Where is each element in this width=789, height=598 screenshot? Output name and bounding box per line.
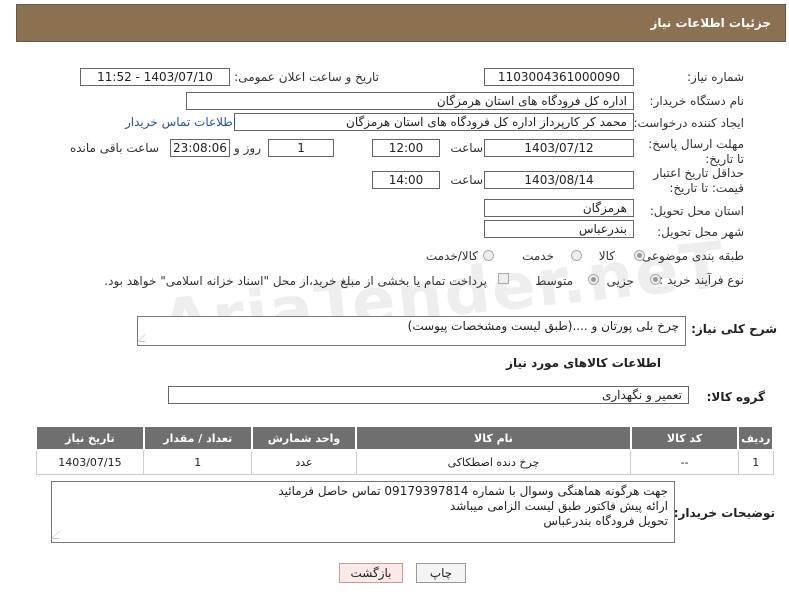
payment-note: پرداخت تمام یا بخشی از مبلغ خرید،از محل … [104,274,487,288]
category-radio-goods[interactable] [634,250,645,261]
buyer-notes-line: ارائه پیش فاکتور طبق لیست الزامی میباشد [449,499,668,513]
process-radio-medium[interactable] [588,274,599,285]
cell-quantity: 1 [143,449,253,475]
col-code: کد کالا [629,425,740,451]
deadline-time-field: 12:00 [372,139,440,157]
requester-label: ایجاد کننده درخواست: [633,116,744,130]
deadline-label: مهلت ارسال پاسخ: تا تاریخ: [648,137,744,166]
col-row: ردیف [737,425,774,451]
buyer-org-field: اداره کل فرودگاه های استان هرمزگان [186,92,634,110]
resize-handle-icon[interactable] [137,334,153,342]
cell-unit: عدد [251,449,357,475]
goods-group-field: تعمیر و نگهداری [168,386,689,404]
validity-time-field: 14:00 [372,171,440,189]
category-option-goods-service: کالا/خدمت [425,249,478,263]
category-radio-goods-service[interactable] [483,250,494,261]
buyer-notes-textarea[interactable]: جهت هرگونه هماهنگی وسوال با شماره 091793… [51,481,675,543]
remaining-time-field: 23:08:06 [170,139,230,157]
buyer-notes-line: تحویل فرودگاه بندرعباس [543,514,668,528]
validity-label: حداقل تاریخ اعتبار قیمت: تا تاریخ: [653,166,744,195]
goods-section-title: اطلاعات کالاهای مورد نیاز [506,356,661,370]
resize-handle-icon[interactable] [51,531,67,539]
process-label: نوع فرآیند خرید : [659,273,744,287]
validity-time-label: ساعت [450,173,483,187]
process-option-minor: جزیی [606,274,634,288]
col-unit: واحد شمارش [250,425,358,451]
col-name: نام کالا [355,425,632,451]
need-number-label: شماره نیاز: [687,70,744,84]
validity-date-field: 1403/08/14 [484,171,634,189]
goods-table: ردیف کد کالا نام کالا واحد شمارش تعداد /… [35,425,774,475]
description-label: شرح کلی نیاز: [691,322,777,336]
col-quantity: تعداد / مقدار [142,425,253,451]
category-radio-service[interactable] [571,250,582,261]
category-option-goods: کالا [598,249,615,263]
cell-row: 1 [737,449,774,475]
back-button-label: بازگشت [350,566,392,580]
back-button[interactable]: بازگشت [339,563,403,583]
table-row: 1 -- چرخ دنده اصطکاکی عدد 1 1403/07/15 [35,449,774,475]
process-radio-minor[interactable] [650,274,661,285]
buyer-notes-line: جهت هرگونه هماهنگی وسوال با شماره 091793… [278,484,668,498]
days-field: 1 [268,139,334,157]
cell-need-date: 1403/07/15 [35,449,145,475]
payment-checkbox[interactable] [498,273,509,284]
buyer-org-label: نام دستگاه خریدار: [649,94,745,108]
category-option-service: خدمت [522,249,554,263]
col-need-date: تاریخ نیاز [35,425,145,451]
description-text: چرخ بلی پورتان و ....(طبق لیست ومشخصات پ… [407,319,679,333]
deadline-date-field: 1403/07/12 [484,139,634,157]
days-label: روز و [234,141,261,155]
print-button[interactable]: چاپ [416,563,466,583]
buyer-contact-link[interactable]: اطلاعات تماس خریدار [125,115,236,129]
remaining-time-label: ساعت باقی مانده [69,141,159,155]
deadline-time-label: ساعت [450,141,483,155]
buyer-notes-label: توضیحات خریدار: [673,506,775,520]
category-label: طبقه بندی موضوعی: [637,249,744,263]
goods-group-label: گروه کالا: [706,390,765,404]
description-textarea[interactable]: چرخ بلی پورتان و ....(طبق لیست ومشخصات پ… [137,316,686,346]
page-title: جزئیات اطلاعات نیاز [650,16,771,30]
requester-field: محمد کر کارپرداز اداره کل فرودگاه های اس… [234,113,634,131]
city-field: بندرعباس [484,220,634,238]
province-field: هرمزگان [484,199,634,217]
goods-table-header: ردیف کد کالا نام کالا واحد شمارش تعداد /… [35,425,774,451]
need-number-field: 1103004361000090 [484,68,634,86]
announce-label: تاریخ و ساعت اعلان عمومی: [234,70,379,84]
announce-datetime-field: 1403/07/10 - 11:52 [80,68,230,86]
page-header: جزئیات اطلاعات نیاز [16,4,786,42]
print-button-label: چاپ [429,566,453,580]
city-label: شهر محل تحویل: [657,225,744,239]
province-label: استان محل تحویل: [649,204,744,218]
process-option-medium: متوسط [535,274,573,288]
cell-code: -- [630,449,739,475]
cell-name: چرخ دنده اصطکاکی [355,449,632,475]
